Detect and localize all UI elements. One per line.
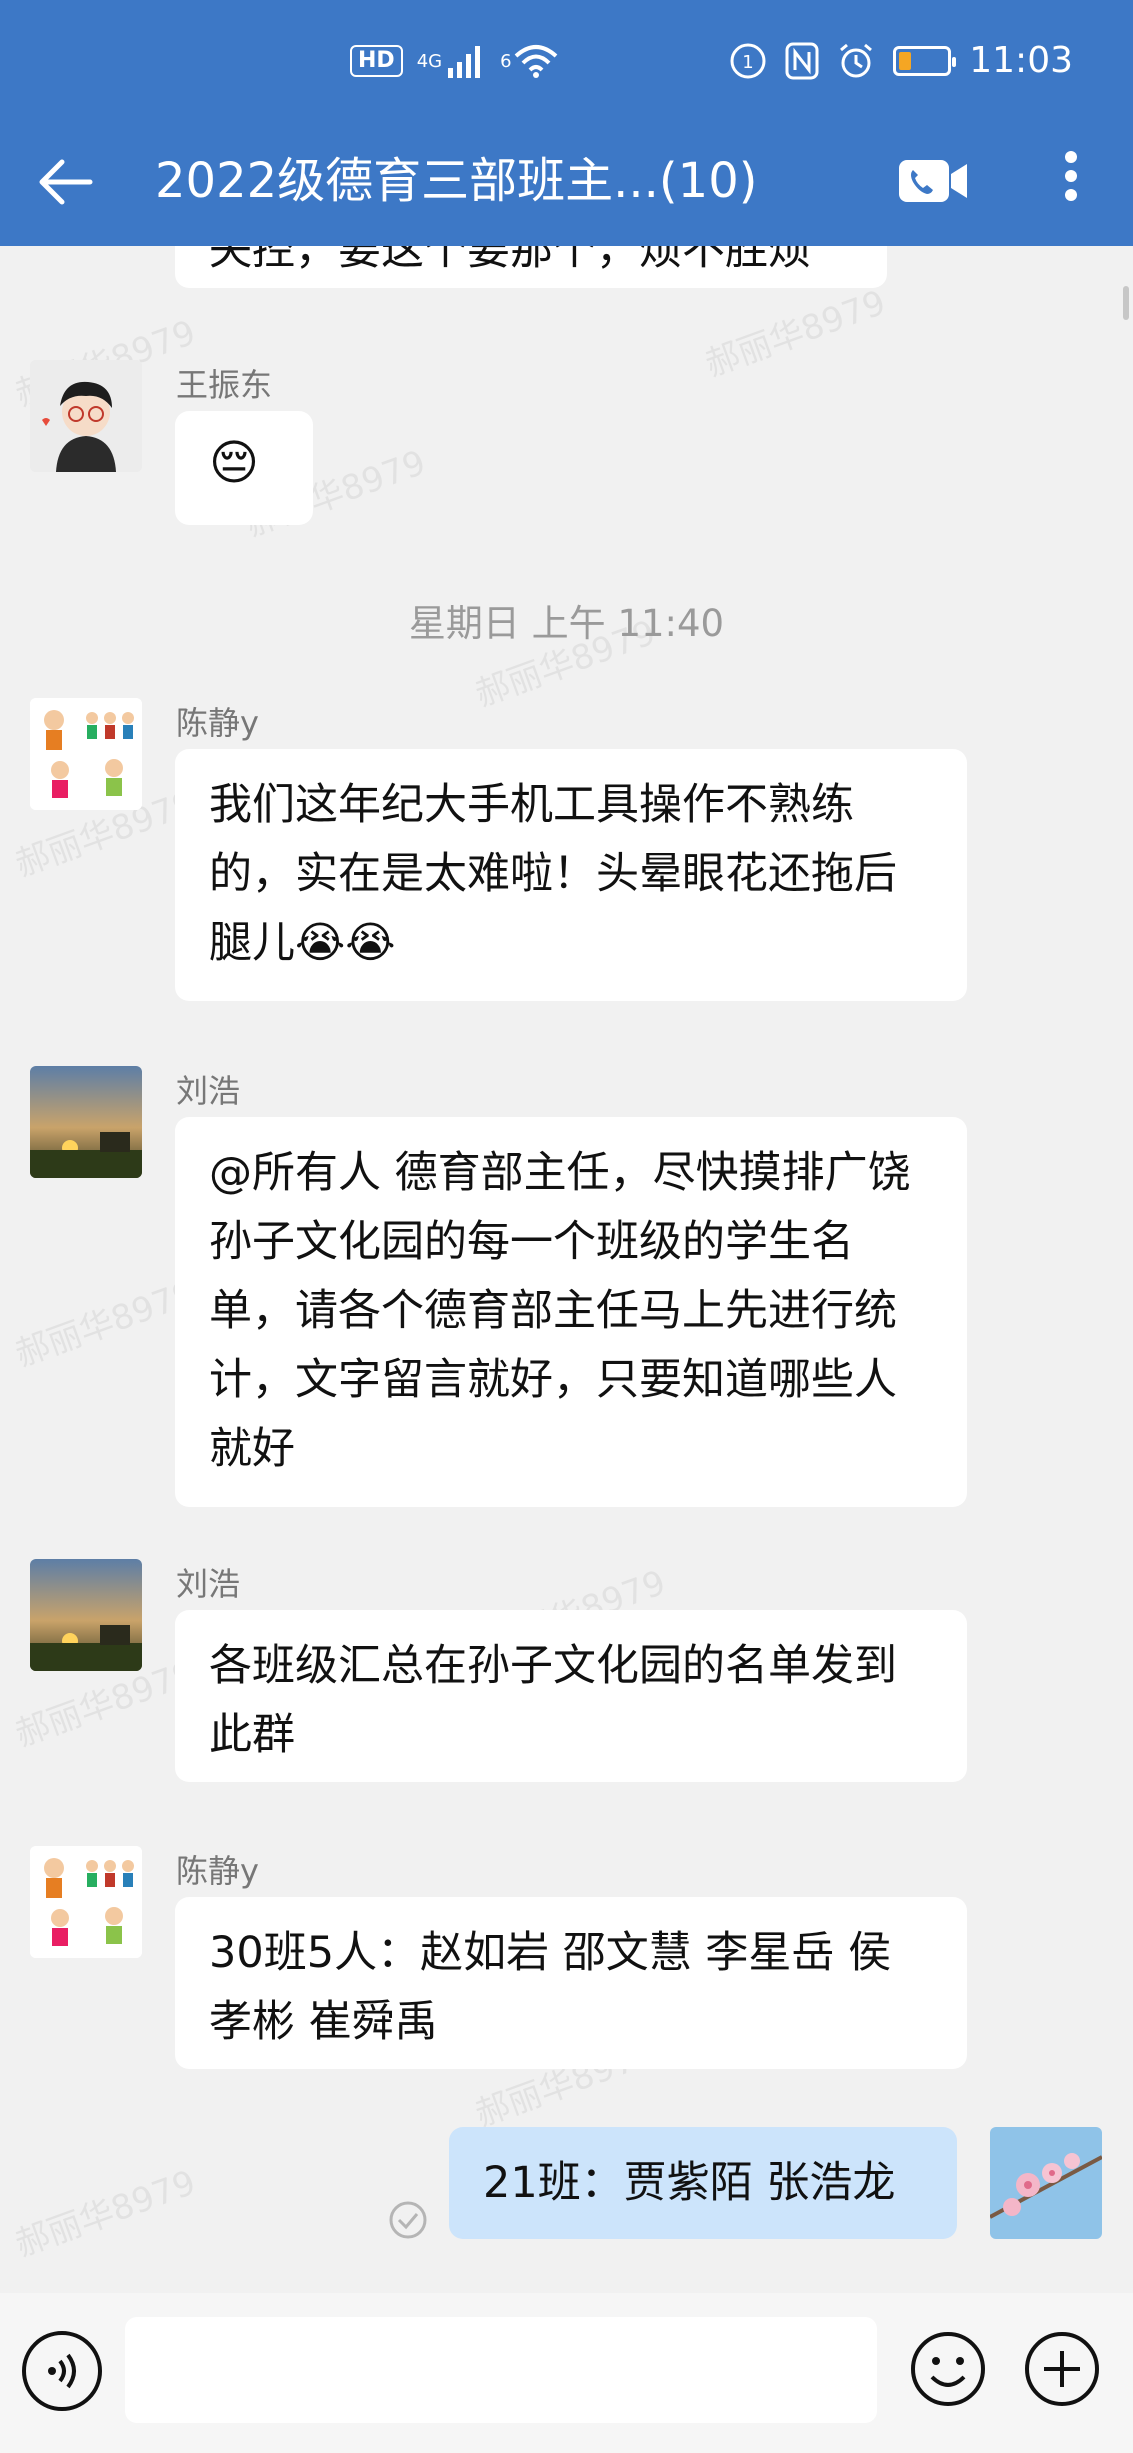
sender-name: 刘浩 (176, 1565, 241, 1603)
hd-call-icon: 1 (730, 43, 766, 78)
avatar[interactable] (30, 1559, 142, 1671)
watermark: 郝丽华8979 (10, 1272, 201, 1375)
sender-name: 陈静y (176, 1852, 259, 1890)
back-arrow-icon (39, 159, 93, 205)
sender-name: 刘浩 (176, 1072, 241, 1110)
message-text: @所有人 德育部主任，尽快摸排广饶孙子文化园的每一个班级的学生名单，请各个德育部… (209, 1148, 911, 1474)
more-input-button[interactable] (1022, 2329, 1102, 2409)
message-text: 30班5人：赵如岩 邵文慧 李星岳 侯孝彬 崔舜禹 (209, 1928, 892, 2047)
battery-icon (893, 45, 957, 76)
message-text: 各班级汇总在孙子文化园的名单发到此群 (209, 1641, 897, 1760)
avatar-cartoon-kids-icon (30, 698, 142, 810)
more-dot-icon (1065, 151, 1077, 163)
nfc-icon (785, 42, 819, 79)
message-bubble[interactable]: 失控，要这个要那个，烦不胜烦 (175, 246, 887, 288)
watermark: 郝丽华8979 (10, 2162, 201, 2265)
avatar-sunset-photo-icon (30, 1066, 142, 1178)
signal-icon (448, 46, 481, 78)
status-right: 1 11:03 (729, 40, 1073, 81)
avatar-peach-blossom-icon (990, 2127, 1102, 2239)
avatar-sunset-photo-icon (30, 1559, 142, 1671)
message-text: 😔 (209, 435, 260, 491)
message-input[interactable] (125, 2317, 877, 2423)
chat-title: 2022级德育三部班主...(10) (155, 153, 758, 209)
watermark: 郝丽华8979 (700, 282, 891, 385)
my-message-bubble[interactable]: 21班：贾紫陌 张浩龙 (449, 2127, 957, 2239)
avatar[interactable] (30, 1066, 142, 1178)
voice-input-button[interactable] (22, 2331, 102, 2411)
network-label: 4G (416, 50, 443, 72)
title-bar: 2022级德育三部班主...(10) (0, 128, 1133, 246)
message-text: 21班：贾紫陌 张浩龙 (483, 2158, 896, 2208)
more-dot-icon (1065, 170, 1077, 182)
sender-name: 王振东 (176, 366, 273, 404)
message-bubble[interactable]: 各班级汇总在孙子文化园的名单发到此群 (175, 1610, 967, 1782)
more-dot-icon (1065, 189, 1077, 201)
my-avatar[interactable] (990, 2127, 1102, 2239)
more-options-button[interactable] (1059, 144, 1083, 218)
status-center: HD 4G 6 (350, 44, 558, 78)
svg-text:1: 1 (743, 52, 754, 73)
sender-name: 陈静y (176, 704, 259, 742)
scroll-indicator[interactable] (1123, 286, 1129, 320)
wifi-icon (514, 45, 557, 78)
message-bubble[interactable]: 我们这年纪大手机工具操作不熟练的，实在是太难啦！头晕眼花还拖后腿儿😭😭 (175, 749, 967, 1001)
chat-area[interactable]: 郝丽华8979 郝丽华8979 郝丽华8979 郝丽华8979 郝丽华8979 … (0, 246, 1133, 2293)
avatar[interactable] (30, 698, 142, 810)
message-text: 失控，要这个要那个，烦不胜烦 (209, 246, 811, 275)
message-bubble[interactable]: 30班5人：赵如岩 邵文慧 李星岳 侯孝彬 崔舜禹 (175, 1897, 967, 2069)
avatar[interactable] (30, 360, 142, 472)
top-bar: HD 4G 6 1 11:03 2022级德育三部班主...(10) (0, 0, 1133, 246)
avatar-cartoon-boy-icon (30, 360, 142, 472)
status-bar: HD 4G 6 1 11:03 (0, 0, 1133, 128)
back-button[interactable] (34, 150, 98, 214)
time-separator: 星期日 上午 11:40 (408, 602, 725, 645)
voice-wave-icon (48, 2353, 76, 2389)
video-call-icon (899, 160, 967, 202)
avatar-cartoon-kids-icon (30, 1846, 142, 1958)
emoji-button[interactable] (908, 2329, 988, 2409)
call-button[interactable] (895, 148, 973, 214)
hd-badge: HD (350, 45, 403, 77)
plus-icon (1025, 2332, 1099, 2406)
message-bubble[interactable]: @所有人 德育部主任，尽快摸排广饶孙子文化园的每一个班级的学生名单，请各个德育部… (175, 1117, 967, 1507)
read-check-icon (389, 2201, 427, 2239)
input-bar (0, 2293, 1133, 2453)
message-text: 我们这年纪大手机工具操作不熟练的，实在是太难啦！头晕眼花还拖后腿儿😭😭 (209, 780, 897, 968)
clock: 11:03 (969, 40, 1073, 81)
smiley-icon (911, 2332, 985, 2406)
message-bubble[interactable]: 😔 (175, 411, 313, 525)
wifi-label: 6 (500, 50, 512, 72)
avatar[interactable] (30, 1846, 142, 1958)
alarm-icon (840, 43, 873, 77)
